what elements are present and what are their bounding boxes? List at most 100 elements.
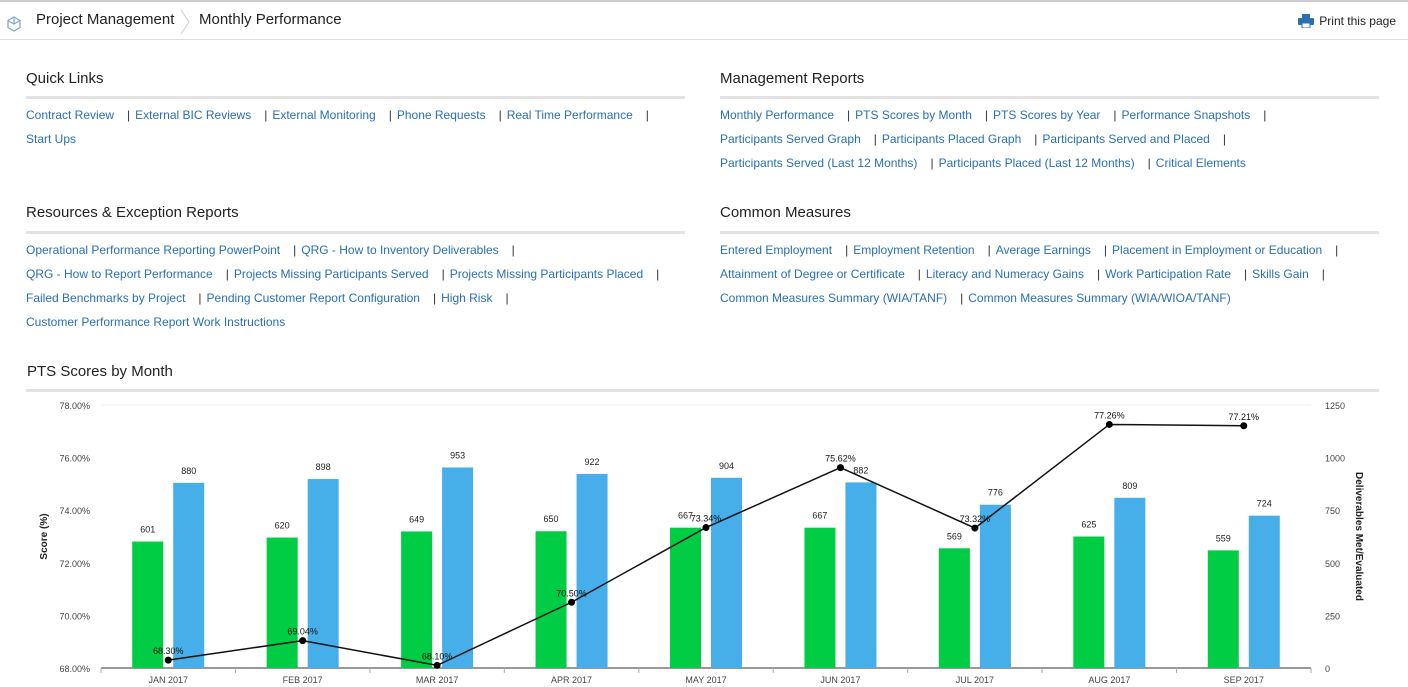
report-link[interactable]: External BIC Reviews — [135, 108, 251, 122]
link-separator: | — [1222, 132, 1226, 146]
link-separator: | — [1335, 243, 1339, 257]
score-label: 73.34% — [691, 514, 722, 524]
report-link[interactable]: Customer Performance Report Work Instruc… — [26, 315, 285, 329]
pts-scores-chart: 78.00% 76.00% 74.00% 72.00% 70.00% 68.00% 1250… — [39, 401, 1364, 685]
score-point — [433, 661, 441, 669]
left-tick-label: 72.00% — [59, 559, 90, 569]
score-point — [568, 598, 576, 606]
link-row: Failed Benchmarks by Project | Pending Cus… — [26, 286, 664, 310]
bar-blue — [576, 474, 608, 668]
score-label: 68.10% — [422, 651, 453, 661]
common-measures-title: Common Measures — [720, 204, 851, 221]
divider — [720, 231, 1379, 234]
bar-green — [1207, 550, 1239, 668]
link-separator: | — [498, 108, 502, 122]
bar-green — [266, 537, 298, 668]
divider — [26, 96, 685, 99]
report-link[interactable]: Participants Placed Graph — [882, 132, 1021, 146]
report-link[interactable]: QRG - How to Report Performance — [26, 267, 213, 281]
bar-blue — [307, 479, 339, 668]
link-separator: | — [847, 108, 851, 122]
score-point — [1240, 422, 1248, 430]
link-separator: | — [645, 108, 649, 122]
report-link[interactable]: External Monitoring — [272, 108, 375, 122]
top-bar: Project Management Monthly Performance P… — [0, 0, 1408, 40]
report-link[interactable]: Operational Performance Reporting PowerP… — [26, 243, 280, 257]
report-link[interactable]: Skills Gain — [1252, 267, 1309, 281]
x-tick-label: AUG 2017 — [1088, 675, 1130, 685]
management-reports-list: Monthly Performance | PTS Scores by Month |… — [720, 103, 1271, 175]
report-link[interactable]: Participants Served (Last 12 Months) — [720, 156, 917, 170]
score-point — [1105, 420, 1113, 428]
report-link[interactable]: Pending Customer Report Configuration — [207, 291, 420, 305]
left-tick-label: 78.00% — [59, 401, 90, 411]
report-link[interactable]: Placement in Employment or Education — [1112, 243, 1322, 257]
score-point — [836, 464, 844, 472]
report-link[interactable]: Average Earnings — [996, 243, 1091, 257]
link-row: Entered Employment | Employment Retention |… — [720, 238, 1343, 262]
management-reports-title: Management Reports — [720, 70, 865, 87]
report-link[interactable]: Start Ups — [26, 132, 76, 146]
link-separator: | — [845, 243, 849, 257]
cube-icon[interactable] — [6, 16, 22, 32]
link-separator: | — [432, 291, 437, 305]
breadcrumb-project-management[interactable]: Project Management — [36, 11, 174, 28]
bar-green — [804, 527, 836, 668]
link-row: Contract Review | External BIC Reviews | Ext… — [26, 103, 654, 127]
link-separator: | — [1096, 267, 1101, 281]
bar-green — [670, 527, 701, 668]
link-separator: | — [1103, 243, 1108, 257]
bar-value-label: 601 — [140, 525, 155, 535]
report-link[interactable]: PTS Scores by Year — [993, 108, 1100, 122]
chevron-right-icon — [180, 10, 190, 34]
bar-green — [938, 548, 970, 668]
left-tick-label: 74.00% — [59, 506, 90, 516]
score-label: 68.30% — [153, 646, 184, 656]
report-link[interactable]: Common Measures Summary (WIA/WIOA/TANF) — [968, 291, 1230, 305]
link-separator: | — [930, 156, 934, 170]
report-link[interactable]: Participants Placed (Last 12 Months) — [939, 156, 1135, 170]
report-link[interactable]: Employment Retention — [853, 243, 974, 257]
report-link[interactable]: Projects Missing Participants Served — [234, 267, 429, 281]
score-label: 69.04% — [287, 627, 318, 637]
report-link[interactable]: Projects Missing Participants Placed — [450, 267, 643, 281]
report-link[interactable]: Entered Employment — [720, 243, 832, 257]
x-tick-label: APR 2017 — [551, 675, 592, 685]
report-link[interactable]: Attainment of Degree or Certificate — [720, 267, 905, 281]
report-link[interactable]: Work Participation Rate — [1105, 267, 1231, 281]
link-separator: | — [1034, 132, 1038, 146]
bar-blue — [711, 477, 742, 668]
report-link[interactable]: Phone Requests — [397, 108, 486, 122]
print-button[interactable]: Print this page — [1298, 14, 1396, 28]
resources-reports-title: Resources & Exception Reports — [26, 204, 239, 221]
report-link[interactable]: High Risk — [441, 291, 492, 305]
report-link[interactable]: Participants Served and Placed — [1042, 132, 1209, 146]
left-axis-label: Score (%) — [39, 513, 50, 559]
bar-value-label: 809 — [1122, 481, 1137, 491]
score-point — [971, 524, 979, 532]
bar-blue — [442, 467, 474, 668]
report-link[interactable]: Literacy and Numeracy Gains — [926, 267, 1084, 281]
report-link[interactable]: Performance Snapshots — [1122, 108, 1251, 122]
report-link[interactable]: PTS Scores by Month — [855, 108, 972, 122]
x-tick-label: MAR 2017 — [416, 675, 459, 685]
report-link[interactable]: Critical Elements — [1156, 156, 1246, 170]
link-row: Customer Performance Report Work Instruc… — [26, 310, 664, 334]
x-tick-label: MAY 2017 — [685, 675, 726, 685]
right-tick-label: 500 — [1325, 559, 1340, 569]
report-link[interactable]: Participants Served Graph — [720, 132, 861, 146]
link-separator: | — [656, 267, 660, 281]
x-tick-label: JUL 2017 — [956, 675, 994, 685]
report-link[interactable]: Real Time Performance — [507, 108, 633, 122]
x-tick-label: JUN 2017 — [820, 675, 860, 685]
right-tick-label: 0 — [1325, 664, 1330, 674]
link-separator: | — [1113, 108, 1117, 122]
bar-value-label: 953 — [450, 450, 465, 460]
report-link[interactable]: QRG - How to Inventory Deliverables — [301, 243, 498, 257]
bar-value-label: 649 — [409, 514, 424, 524]
report-link[interactable]: Monthly Performance — [720, 108, 834, 122]
report-link[interactable]: Failed Benchmarks by Project — [26, 291, 185, 305]
report-link[interactable]: Common Measures Summary (WIA/TANF) — [720, 291, 947, 305]
report-link[interactable]: Contract Review — [26, 108, 114, 122]
bar-blue — [1114, 497, 1146, 668]
